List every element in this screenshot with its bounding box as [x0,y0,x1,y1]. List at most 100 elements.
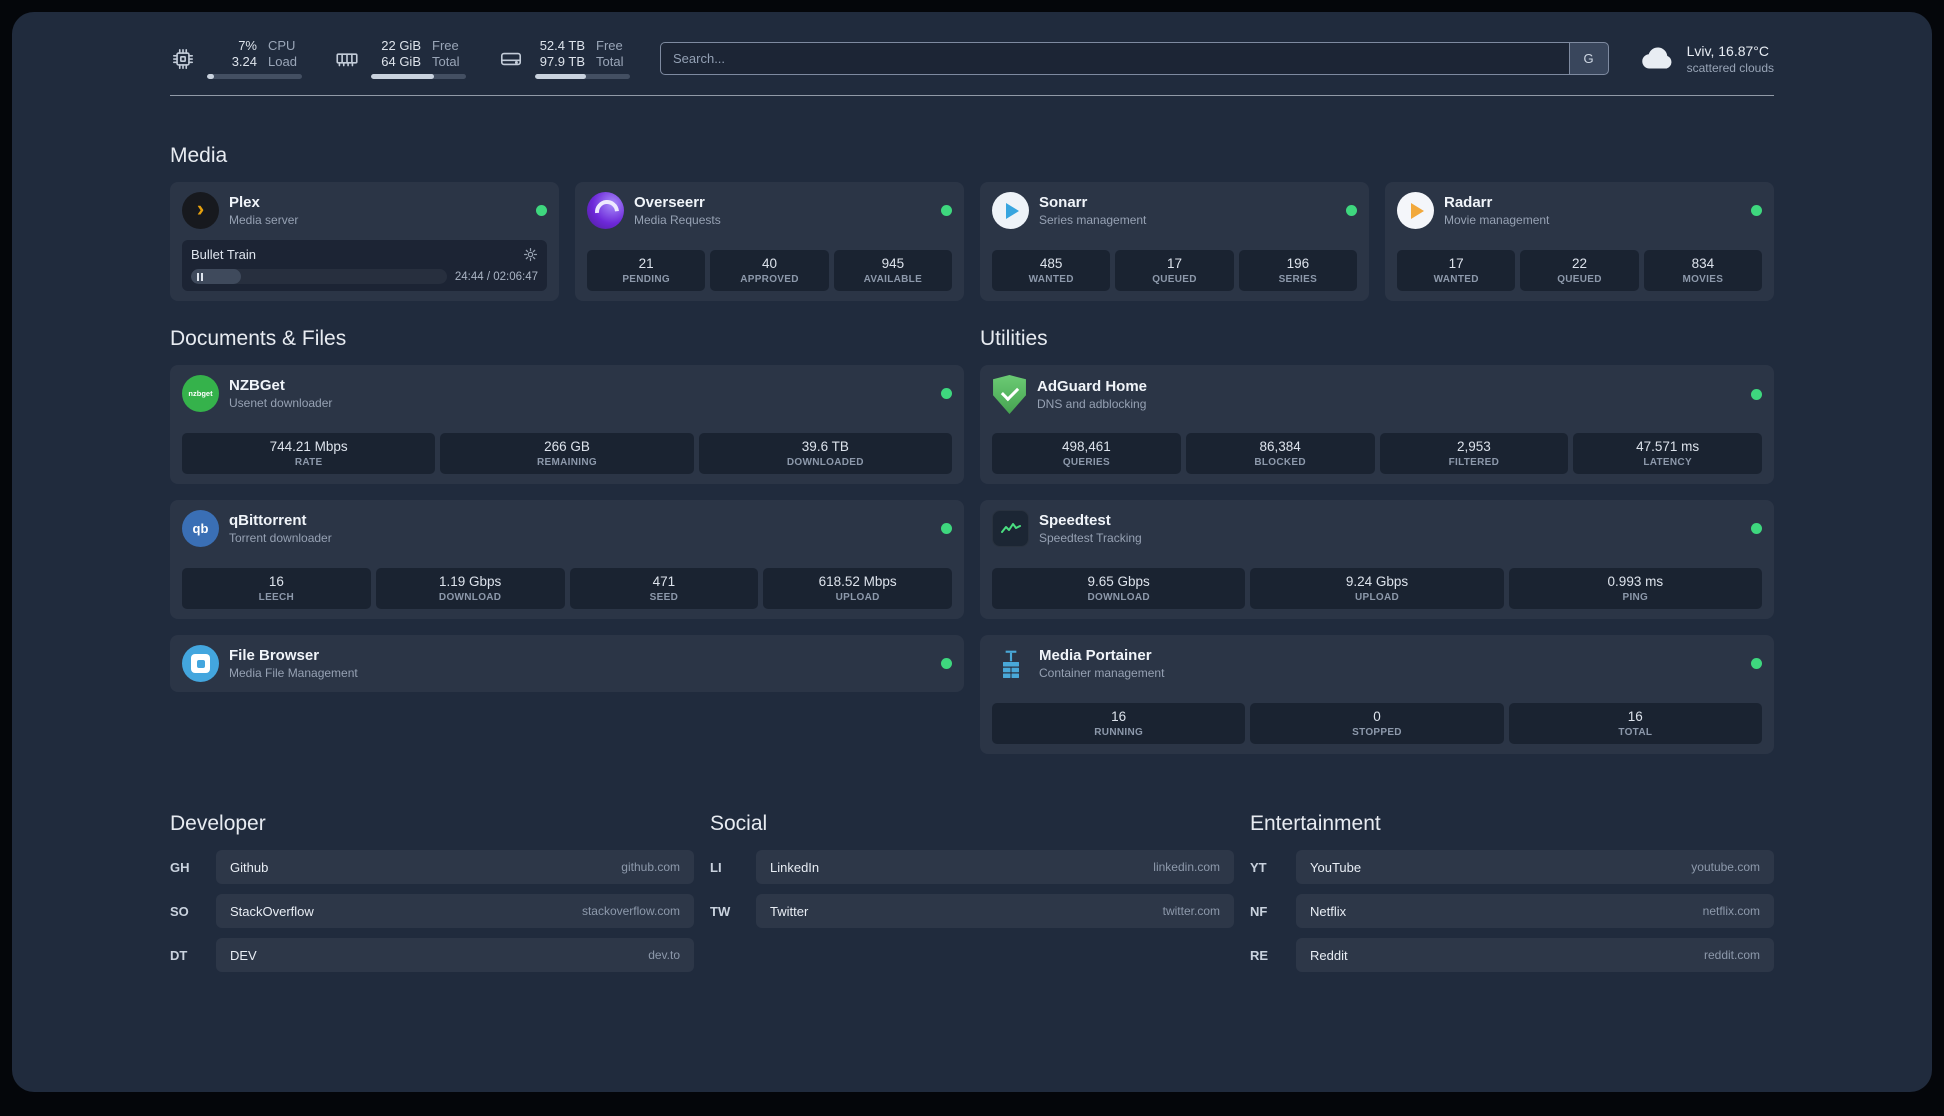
bookmark-abbr: GH [170,859,190,875]
status-dot [1346,205,1357,216]
bookmark-abbr: NF [1250,903,1268,919]
service-desc: Movie management [1444,213,1550,227]
bookmark-stackoverflow[interactable]: SO StackOverflow stackoverflow.com [170,894,694,928]
bookmark-abbr: RE [1250,947,1269,963]
stat: 196 SERIES [1238,250,1357,291]
service-desc: Speedtest Tracking [1039,531,1142,545]
bookmark-group-title: Developer [170,812,266,835]
bookmark-url: youtube.com [1691,860,1760,874]
service-card-nzbget[interactable]: nzbget NZBGet Usenet downloader 744.21 M… [170,365,964,484]
stat: 266 GB REMAINING [440,433,694,474]
radarr-icon [1397,192,1434,229]
stat: 498,461 QUERIES [992,433,1181,474]
bookmark-url: twitter.com [1162,904,1220,918]
bookmark-abbr: YT [1250,859,1267,875]
service-card-overseerr[interactable]: Overseerr Media Requests 21 PENDING 40 APP… [575,182,964,301]
playback-progress-bar[interactable] [191,269,447,284]
cpu-icon [172,48,194,69]
stat: 1.19 Gbps DOWNLOAD [375,568,565,609]
bookmark-netflix[interactable]: NF Netflix netflix.com [1250,894,1774,928]
disk-progress-bar [535,74,630,79]
stat: 17 WANTED [1397,250,1516,291]
portainer-crane-icon [992,645,1029,682]
stat: 86,384 BLOCKED [1185,433,1375,474]
bookmark-url: reddit.com [1703,948,1760,962]
bookmark-youtube[interactable]: YT YouTube youtube.com [1250,850,1774,884]
service-card-plex[interactable]: › Plex Media server Bullet Train 24:44 /… [170,182,559,301]
status-dot [941,205,952,216]
cloud-icon [1641,47,1672,68]
bookmark-abbr: LI [710,859,722,875]
dashboard-panel: 7% CPU 3.24 Load 22 GiB Free 64 GiB Total [12,12,1932,1092]
stat: 0 STOPPED [1250,703,1504,744]
stat: 471 SEED [569,568,759,609]
section-title-utilities: Utilities [980,327,1048,350]
stat: 39.6 TB DOWNLOADED [698,433,952,474]
service-desc: Torrent downloader [229,531,332,545]
stat: 945 AVAILABLE [833,250,952,291]
stat: 40 APPROVED [710,250,829,291]
service-desc: Usenet downloader [229,396,333,410]
bookmark-group-social: Social LI LinkedIn linkedin.com TW Twitte… [710,812,1234,982]
service-name: Overseerr [634,194,705,211]
cpu-usage-value: 7% [238,38,257,53]
cpu-progress-bar [207,74,302,79]
disk-total-value: 97.9 TB [539,54,585,69]
bookmark-name: Twitter [770,903,809,919]
plex-icon: › [182,192,219,229]
stat: 16 RUNNING [992,703,1246,744]
resources-widgets: 7% CPU 3.24 Load 22 GiB Free 64 GiB Total [170,38,630,79]
service-desc: Container management [1039,666,1165,680]
service-name: Sonarr [1039,194,1088,211]
service-name: Speedtest [1039,512,1111,529]
service-card-portainer[interactable]: Media Portainer Container management 16 R… [980,635,1774,754]
weather-location: Lviv, 16.87°C [1686,42,1769,59]
service-desc: Media File Management [229,666,358,680]
service-name: NZBGet [229,377,285,394]
status-dot [941,523,952,534]
stat: 9.65 Gbps DOWNLOAD [992,568,1246,609]
pause-icon[interactable] [197,272,203,281]
search-input[interactable] [660,42,1569,75]
overseerr-icon [587,192,624,229]
stat: 9.24 Gbps UPLOAD [1250,568,1504,609]
settings-gear-icon[interactable] [523,247,538,262]
disk-total-label: Total [596,54,624,69]
nzbget-icon: nzbget [182,375,219,412]
status-dot [1751,205,1762,216]
memory-total-label: Total [432,54,460,69]
search-provider-button[interactable]: G [1568,42,1609,75]
bookmark-twitter[interactable]: TW Twitter twitter.com [710,894,1234,928]
memory-progress-bar [371,74,466,79]
bookmark-linkedin[interactable]: LI LinkedIn linkedin.com [710,850,1234,884]
adguard-shield-icon [993,375,1026,414]
service-card-sonarr[interactable]: Sonarr Series management 485 WANTED 17 QUE… [980,182,1369,301]
filebrowser-icon [182,645,219,682]
service-card-adguard[interactable]: AdGuard Home DNS and adblocking 498,461 Q… [980,365,1774,484]
status-dot [536,205,547,216]
bookmark-url: netflix.com [1702,904,1760,918]
memory-icon [336,52,358,66]
status-dot [1751,389,1762,400]
service-card-filebrowser[interactable]: File Browser Media File Management [170,635,964,692]
bookmark-url: stackoverflow.com [581,904,680,918]
stat: 744.21 Mbps RATE [182,433,436,474]
qbittorrent-icon: qb [182,510,219,547]
disk-free-value: 52.4 TB [539,38,585,53]
service-card-radarr[interactable]: Radarr Movie management 17 WANTED 22 QUEUE… [1385,182,1774,301]
bookmark-reddit[interactable]: RE Reddit reddit.com [1250,938,1774,972]
bookmark-url: github.com [621,860,680,874]
bookmark-dev[interactable]: DT DEV dev.to [170,938,694,972]
bookmark-github[interactable]: GH Github github.com [170,850,694,884]
bookmark-name: Reddit [1310,947,1348,963]
bookmark-name: Netflix [1310,903,1347,919]
service-name: Radarr [1444,194,1493,211]
service-desc: Media Requests [634,213,721,227]
service-name: Plex [229,194,260,211]
stat: 16 TOTAL [1508,703,1762,744]
section-media: Media › Plex Media server Bullet Train 2… [170,144,1774,301]
memory-free-value: 22 GiB [381,38,421,53]
weather-widget[interactable]: Lviv, 16.87°C scattered clouds [1639,40,1774,78]
service-card-qbittorrent[interactable]: qb qBittorrent Torrent downloader 16 LEEC… [170,500,964,619]
service-card-speedtest[interactable]: Speedtest Speedtest Tracking 9.65 Gbps DO… [980,500,1774,619]
